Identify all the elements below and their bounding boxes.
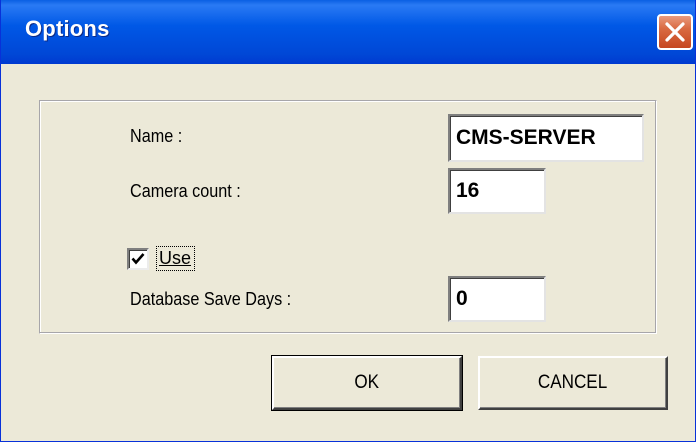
database-save-days-field[interactable] <box>448 276 546 322</box>
name-field[interactable] <box>448 114 644 162</box>
camera-count-label: Camera count : <box>130 181 241 201</box>
title-bar[interactable]: Options <box>1 0 695 64</box>
database-save-days-label: Database Save Days : <box>130 289 292 309</box>
checkmark-icon <box>131 253 145 265</box>
options-dialog: Options Name : Camera count : Use Databa… <box>0 0 696 442</box>
cancel-button[interactable]: CANCEL <box>478 356 668 410</box>
close-button[interactable] <box>657 14 693 50</box>
name-label: Name : <box>130 126 183 146</box>
dialog-title: Options <box>25 16 110 41</box>
close-icon <box>665 22 685 42</box>
use-checkbox[interactable] <box>127 248 149 270</box>
camera-count-field[interactable] <box>448 168 546 214</box>
ok-button[interactable]: OK <box>271 355 463 411</box>
use-checkbox-label[interactable]: Use <box>156 246 196 271</box>
